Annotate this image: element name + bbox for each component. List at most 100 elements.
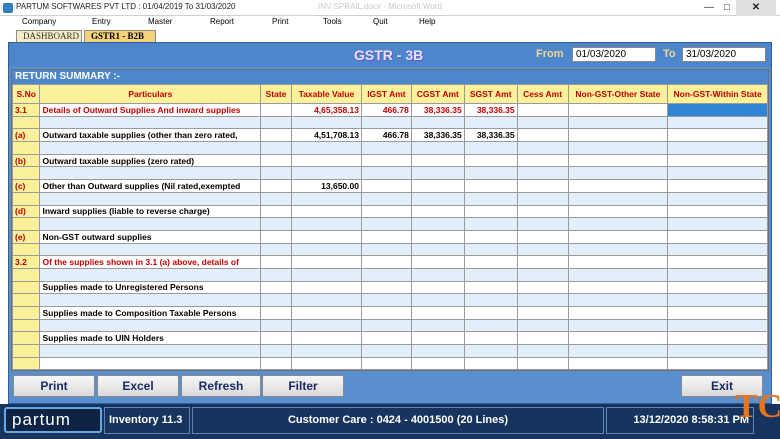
cell-cgst[interactable]: 38,336.35	[410, 103, 465, 117]
cell-particulars[interactable]: Inward supplies (liable to reverse charg…	[39, 204, 262, 219]
table-row[interactable]: (c) Other than Outward supplies (Nil rate…	[12, 179, 768, 193]
menu-company[interactable]: Company	[22, 17, 56, 26]
cell-cess[interactable]	[516, 242, 569, 257]
cell-sgst[interactable]	[463, 293, 518, 307]
cell-cgst[interactable]	[410, 191, 465, 206]
cell-state[interactable]	[260, 103, 292, 117]
cell-taxable[interactable]: 4,51,708.13	[290, 128, 362, 143]
tab-dashboard[interactable]: DASHBOARD	[16, 30, 82, 42]
cell-sgst[interactable]	[463, 153, 518, 168]
cell-sgst[interactable]	[463, 166, 518, 181]
cell-ngos[interactable]	[567, 280, 669, 295]
cell-cess[interactable]	[516, 229, 569, 244]
cell-taxable[interactable]	[290, 141, 362, 155]
cell-particulars[interactable]	[39, 242, 262, 257]
tab-gstr1-b2b[interactable]: GSTR1 - B2B	[84, 30, 156, 42]
table-row[interactable]: (a) Outward taxable supplies (other than …	[12, 128, 768, 143]
cell-sno[interactable]	[12, 267, 41, 282]
cell-taxable[interactable]	[290, 242, 362, 257]
cell-sno[interactable]: (a)	[12, 128, 41, 143]
cell-igst[interactable]	[360, 331, 412, 346]
cell-particulars[interactable]	[39, 344, 262, 358]
cell-particulars[interactable]	[39, 267, 262, 282]
cell-cess[interactable]	[516, 331, 569, 346]
cell-sgst[interactable]	[463, 318, 518, 333]
table-row[interactable]	[12, 293, 768, 307]
cell-state[interactable]	[260, 344, 292, 358]
cell-state[interactable]	[260, 128, 292, 143]
cell-cgst[interactable]	[410, 255, 465, 269]
cell-ngws[interactable]	[667, 141, 768, 155]
cell-state[interactable]	[260, 280, 292, 295]
cell-taxable[interactable]	[290, 191, 362, 206]
cell-particulars[interactable]	[39, 141, 262, 155]
cell-ngos[interactable]	[567, 204, 669, 219]
cell-sno[interactable]	[12, 115, 41, 130]
cell-sgst[interactable]: 38,336.35	[463, 128, 518, 143]
cell-igst[interactable]	[360, 191, 412, 206]
cell-cgst[interactable]	[410, 293, 465, 307]
cell-ngws[interactable]	[667, 204, 768, 219]
cell-ngos[interactable]	[567, 242, 669, 257]
cell-taxable[interactable]	[290, 280, 362, 295]
cell-cess[interactable]	[516, 280, 569, 295]
minimize-button[interactable]: —	[700, 0, 718, 16]
cell-particulars[interactable]	[39, 318, 262, 333]
cell-sgst[interactable]	[463, 306, 518, 320]
cell-ngws[interactable]	[667, 242, 768, 257]
cell-cgst[interactable]	[410, 166, 465, 181]
cell-igst[interactable]	[360, 280, 412, 295]
cell-ngos[interactable]	[567, 318, 669, 333]
cell-particulars[interactable]	[39, 217, 262, 231]
cell-sno[interactable]: (c)	[12, 179, 41, 193]
cell-igst[interactable]	[360, 356, 412, 370]
cell-sno[interactable]: (d)	[12, 204, 41, 219]
cell-cess[interactable]	[516, 356, 569, 370]
cell-cgst[interactable]	[410, 115, 465, 130]
cell-sgst[interactable]	[463, 280, 518, 295]
cell-cgst[interactable]	[410, 267, 465, 282]
cell-ngws[interactable]	[667, 229, 768, 244]
cell-cgst[interactable]: 38,336.35	[410, 128, 465, 143]
cell-cess[interactable]	[516, 128, 569, 143]
cell-sgst[interactable]	[463, 141, 518, 155]
cell-igst[interactable]	[360, 255, 412, 269]
cell-cgst[interactable]	[410, 141, 465, 155]
cell-ngos[interactable]	[567, 306, 669, 320]
cell-ngws[interactable]	[667, 331, 768, 346]
table-row[interactable]	[12, 267, 768, 282]
from-date-input[interactable]	[572, 47, 656, 62]
cell-igst[interactable]	[360, 267, 412, 282]
refresh-button[interactable]: Refresh	[181, 375, 261, 397]
cell-ngos[interactable]	[567, 217, 669, 231]
cell-ngws[interactable]	[667, 293, 768, 307]
cell-state[interactable]	[260, 242, 292, 257]
cell-sno[interactable]	[12, 191, 41, 206]
cell-ngos[interactable]	[567, 141, 669, 155]
cell-ngws[interactable]	[667, 318, 768, 333]
cell-ngos[interactable]	[567, 229, 669, 244]
cell-taxable[interactable]	[290, 331, 362, 346]
cell-igst[interactable]: 466.78	[360, 103, 412, 117]
cell-ngos[interactable]	[567, 153, 669, 168]
cell-taxable[interactable]	[290, 356, 362, 370]
cell-state[interactable]	[260, 217, 292, 231]
cell-sgst[interactable]	[463, 267, 518, 282]
cell-igst[interactable]	[360, 306, 412, 320]
table-row[interactable]	[12, 141, 768, 155]
cell-cess[interactable]	[516, 217, 569, 231]
cell-cess[interactable]	[516, 166, 569, 181]
cell-state[interactable]	[260, 179, 292, 193]
cell-taxable[interactable]	[290, 344, 362, 358]
cell-ngws[interactable]	[667, 356, 768, 370]
cell-igst[interactable]	[360, 179, 412, 193]
cell-sgst[interactable]	[463, 255, 518, 269]
cell-state[interactable]	[260, 153, 292, 168]
cell-cess[interactable]	[516, 204, 569, 219]
cell-igst[interactable]	[360, 229, 412, 244]
cell-ngws[interactable]	[667, 217, 768, 231]
cell-particulars[interactable]: Supplies made to Unregistered Persons	[39, 280, 262, 295]
cell-ngws[interactable]	[667, 255, 768, 269]
cell-cgst[interactable]	[410, 318, 465, 333]
cell-ngos[interactable]	[567, 331, 669, 346]
